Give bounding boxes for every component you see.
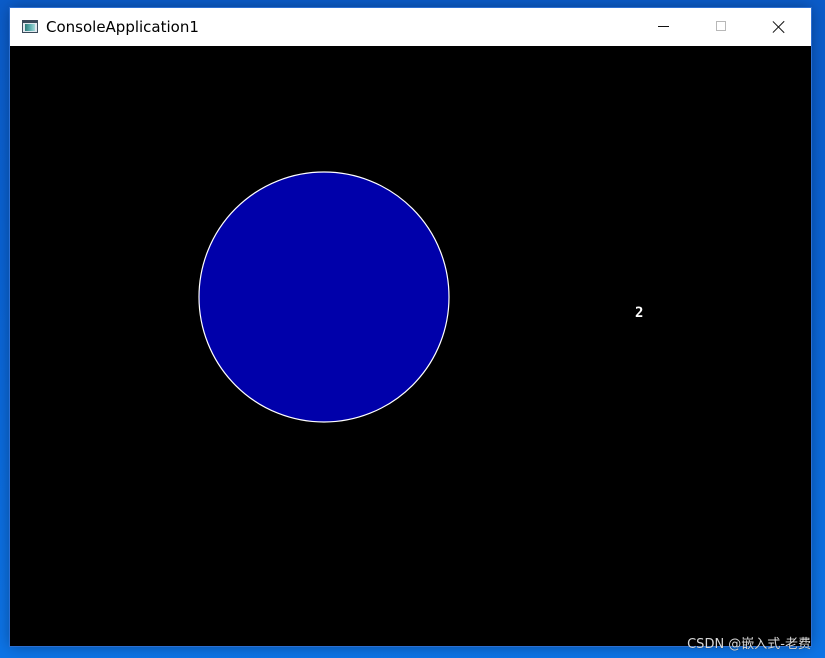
title-bar[interactable]: ConsoleApplication1: [10, 8, 811, 46]
console-app-icon: [22, 20, 38, 33]
close-icon: [772, 20, 786, 34]
canvas-drawing: [198, 171, 450, 423]
window-title: ConsoleApplication1: [46, 18, 199, 36]
minimize-icon: [658, 26, 669, 27]
console-window: ConsoleApplication1 2: [10, 8, 811, 646]
counter-text: 2: [635, 305, 644, 321]
blue-circle: [198, 171, 450, 423]
maximize-button[interactable]: [698, 8, 744, 46]
csdn-watermark: CSDN @嵌入式-老费: [687, 637, 811, 652]
close-button[interactable]: [756, 8, 802, 46]
minimize-button[interactable]: [640, 8, 686, 46]
maximize-icon: [716, 21, 726, 31]
graphics-canvas[interactable]: 2: [10, 46, 811, 646]
